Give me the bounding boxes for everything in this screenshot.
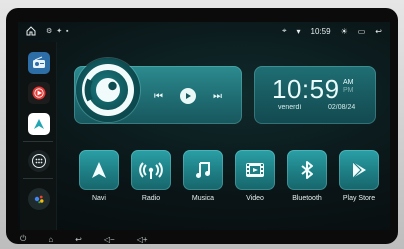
app-navi[interactable]: Navi [76,150,122,202]
clock-am: AM [343,79,354,86]
location-icon: ⌖ [282,26,287,35]
youtube-music-icon[interactable] [28,82,50,104]
home-button-icon[interactable]: ⌂ [48,235,53,244]
play-button[interactable] [180,88,196,104]
radio-waves-icon[interactable] [131,150,171,190]
app-label: Navi [91,195,106,202]
clock-ampm: AM PM [343,79,354,95]
radio-app-icon[interactable] [28,52,50,74]
status-bar: ⚙ ✦ ▪ ⌖ ▾ 10:59 ☀ ▭ ↩ [18,22,390,42]
voice-assistant-icon[interactable] [28,188,50,210]
dock-separator [23,178,53,179]
app-play-store[interactable]: Play Store [336,150,382,202]
bluetooth-icon[interactable] [287,150,327,190]
wifi-icon: ▾ [296,26,301,36]
status-time: 10:59 [310,26,331,36]
power-icon[interactable]: ⏻ [20,234,26,244]
app-musica[interactable]: Musica [180,150,226,202]
music-note-icon[interactable] [183,150,223,190]
clock-widget[interactable]: 10:59 AM PM venerdì 02/08/24 [254,66,376,124]
previous-track-icon[interactable]: ⏮ [154,91,163,102]
film-icon[interactable] [235,150,275,190]
dock-separator [23,141,53,142]
app-radio[interactable]: Radio [128,150,174,202]
home-icon[interactable] [26,26,36,38]
status-right: ⌖ ▾ 10:59 ☀ ▭ ↩ [282,26,382,36]
app-label: Play Store [342,195,376,202]
play-store-icon[interactable] [339,150,379,190]
volume-down-icon[interactable]: ◁− [104,235,115,244]
app-label: Video [246,195,264,202]
clock-pm: PM [343,87,354,94]
app-label: Radio [141,195,161,202]
back-button-icon[interactable]: ↩ [75,235,82,244]
clock-day: venerdì [278,104,302,111]
app-grid: Navi Radio Musica Video Bluetooth Play S… [76,150,390,220]
left-dock [20,42,57,230]
volume-up-icon[interactable]: ◁+ [137,235,148,244]
back-icon[interactable]: ↩ [375,27,382,36]
navigation-arrow-icon[interactable] [79,150,119,190]
app-label: Musica [191,195,215,202]
next-track-icon[interactable]: ⏭ [213,91,222,102]
media-controls: ⏮ ⏭ [154,88,222,104]
head-unit-screen: ⚙ ✦ ▪ ⌖ ▾ 10:59 ☀ ▭ ↩ ⏮ ⏭ 10:59 AM PM ve… [18,22,390,230]
app-bluetooth[interactable]: Bluetooth [284,150,330,202]
notification-icons: ⚙ ✦ ▪ [46,28,70,35]
app-label: Bluetooth [292,195,322,202]
clock-date: 02/08/24 [328,104,356,111]
app-drawer-icon[interactable] [28,150,50,172]
bottom-nav-bar: ⏻ ⌂ ↩ ◁− ◁+ [20,232,380,246]
navigation-app-icon[interactable] [28,113,50,135]
album-art-disc[interactable] [76,58,140,122]
recent-apps-icon[interactable]: ▭ [358,27,366,36]
clock-time: 10:59 [272,74,340,104]
brightness-icon[interactable]: ☀ [341,27,348,36]
app-video[interactable]: Video [232,150,278,202]
